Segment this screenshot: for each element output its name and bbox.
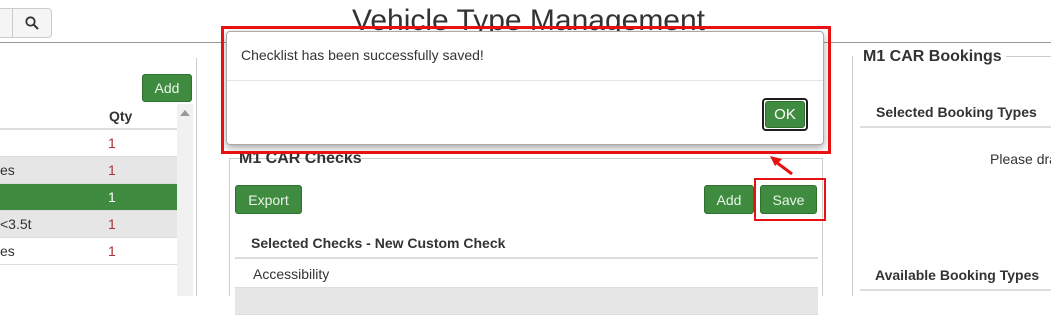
bookings-panel: [852, 56, 1051, 296]
save-button-highlight: [754, 178, 826, 221]
available-booking-types-header: Available Booking Types: [860, 264, 1051, 291]
search-button[interactable]: [13, 8, 51, 38]
table-row[interactable]: 1: [0, 130, 177, 157]
vehicle-qty: 1: [108, 189, 116, 205]
table-row-selected[interactable]: 1: [0, 184, 177, 211]
add-check-button[interactable]: Add: [704, 185, 754, 214]
selected-booking-types-header: Selected Booking Types: [860, 101, 1051, 128]
vehicle-table: Qty 1 es 1 1 <3.5t 1 es 1: [0, 104, 177, 265]
vehicle-name: es: [0, 243, 15, 259]
vehicle-name: <3.5t: [0, 216, 32, 232]
drag-hint-text: Please dra: [990, 151, 1051, 167]
qty-column-header: Qty: [109, 108, 133, 124]
list-item[interactable]: [235, 288, 818, 315]
table-row[interactable]: <3.5t 1: [0, 211, 177, 238]
list-item[interactable]: Accessibility: [235, 261, 818, 288]
bookings-title: M1 CAR Bookings: [863, 48, 1006, 66]
search-icon: [25, 16, 39, 30]
bookings-title-rule: [1006, 56, 1051, 57]
vehicle-qty: 1: [108, 216, 116, 232]
vehicle-name: es: [0, 162, 15, 178]
annotation-arrow-icon: [770, 156, 793, 176]
table-row[interactable]: es 1: [0, 238, 177, 265]
vehicle-qty: 1: [108, 243, 116, 259]
export-button[interactable]: Export: [235, 185, 302, 214]
dialog-highlight: [221, 26, 831, 154]
add-vehicle-button[interactable]: Add: [142, 74, 192, 102]
table-row[interactable]: es 1: [0, 157, 177, 184]
vehicle-qty: 1: [108, 162, 116, 178]
vehicle-qty: 1: [108, 135, 116, 151]
vehicle-table-header: Qty: [0, 104, 177, 130]
selected-checks-header: Selected Checks - New Custom Check: [235, 230, 818, 259]
scroll-up-arrow-icon[interactable]: [180, 110, 190, 116]
vehicle-list-scrollbar[interactable]: [177, 104, 193, 296]
